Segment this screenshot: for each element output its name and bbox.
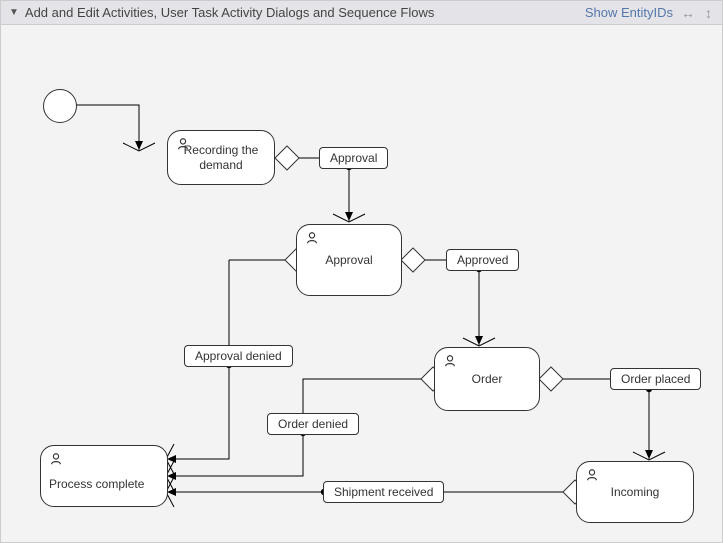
- user-icon: [585, 468, 599, 482]
- show-entity-ids-link[interactable]: Show EntityIDs: [585, 5, 673, 20]
- edge-label-approved[interactable]: Approved: [446, 249, 519, 271]
- task-label: Approval: [325, 253, 372, 267]
- task-incoming[interactable]: Incoming: [576, 461, 694, 523]
- user-icon: [176, 137, 190, 151]
- task-order[interactable]: Order: [434, 347, 540, 411]
- user-icon: [49, 452, 63, 466]
- task-label: Incoming: [611, 485, 660, 499]
- diagram-canvas[interactable]: Recording the demand Approval Order Inco…: [1, 25, 722, 542]
- edge-label-approval[interactable]: Approval: [319, 147, 388, 169]
- resize-vertical-icon[interactable]: ↕: [703, 5, 714, 21]
- edge-label-approval-denied[interactable]: Approval denied: [184, 345, 293, 367]
- edge-label-order-denied[interactable]: Order denied: [267, 413, 359, 435]
- panel-title: Add and Edit Activities, User Task Activ…: [25, 5, 579, 20]
- panel-header: ▼ Add and Edit Activities, User Task Act…: [1, 1, 722, 25]
- edge-label-order-placed[interactable]: Order placed: [610, 368, 701, 390]
- edge-label-shipment-received[interactable]: Shipment received: [323, 481, 444, 503]
- user-icon: [443, 354, 457, 368]
- collapse-icon[interactable]: ▼: [9, 7, 19, 18]
- workflow-panel: ▼ Add and Edit Activities, User Task Act…: [0, 0, 723, 543]
- task-label: Process complete: [49, 477, 144, 491]
- task-process-complete[interactable]: Process complete: [40, 445, 168, 507]
- start-event[interactable]: [43, 89, 77, 123]
- resize-horizontal-icon[interactable]: ↔: [679, 5, 697, 21]
- user-icon: [305, 231, 319, 245]
- task-approval[interactable]: Approval: [296, 224, 402, 296]
- task-label: Order: [472, 372, 503, 386]
- task-recording-demand[interactable]: Recording the demand: [167, 130, 275, 185]
